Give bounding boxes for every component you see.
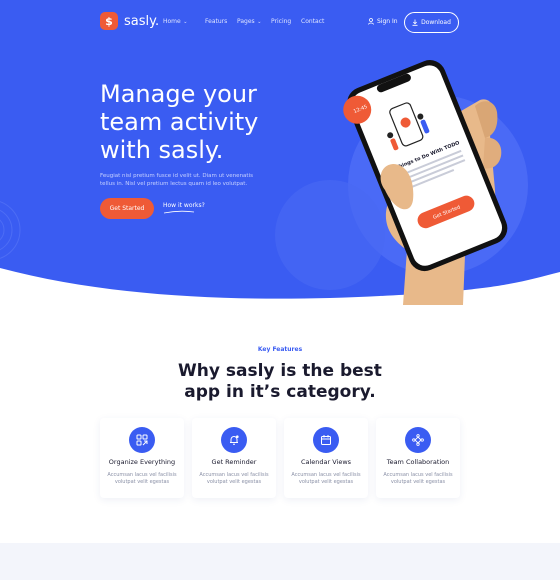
feature-title: Organize Everything [108, 458, 176, 466]
top-navigation: $ sasly. Home ⌄ Featurs Pages ⌄ Pricing … [0, 0, 560, 44]
nav-link-features[interactable]: Featurs [205, 18, 229, 25]
feature-title: Team Collaboration [386, 458, 450, 466]
features-title-line-1: Why sasly is the best [178, 361, 382, 381]
download-icon [412, 19, 418, 26]
features-kicker: Key Features [257, 346, 303, 353]
nav-link-home[interactable]: Home ⌄ [163, 18, 205, 25]
feature-description: Accumsan lacus vel facilisis volutpat ve… [291, 472, 361, 485]
hero-title: Manage your team activity with sasly. [100, 80, 259, 164]
brand-logo[interactable]: $ sasly. [100, 12, 159, 30]
feature-cards: Organize Everything Accumsan lacus vel f… [100, 418, 460, 498]
network-icon [405, 427, 431, 453]
feature-description: Accumsan lacus vel facilisis volutpat ve… [107, 472, 177, 485]
calendar-icon [313, 427, 339, 453]
download-button[interactable]: Download [404, 12, 459, 33]
get-started-label: Get Started [109, 205, 145, 212]
feature-description: Accumsan lacus vel facilisis volutpat ve… [383, 472, 453, 485]
bell-icon [221, 427, 247, 453]
feature-title: Get Reminder [211, 458, 257, 466]
nav-links: Home ⌄ Featurs Pages ⌄ Pricing Contact [163, 18, 331, 25]
sign-in-link[interactable]: Sign In [368, 18, 398, 25]
nav-link-pages[interactable]: Pages ⌄ [237, 18, 271, 25]
chevron-down-icon: ⌄ [181, 19, 188, 25]
nav-link-pricing[interactable]: Pricing [271, 18, 301, 25]
download-label: Download [421, 19, 451, 26]
phone-in-hand-illustration: 12:45 Things to Do With TODO Get Started [343, 60, 508, 305]
logo-icon: $ [100, 12, 118, 30]
feature-description: Accumsan lacus vel facilisis volutpat ve… [199, 472, 269, 485]
nav-link-contact[interactable]: Contact [301, 18, 331, 25]
get-started-button[interactable]: Get Started [100, 198, 154, 219]
feature-card-collaboration[interactable]: Team Collaboration Accumsan lacus vel fa… [376, 418, 460, 498]
feature-card-reminder[interactable]: Get Reminder Accumsan lacus vel facilisi… [192, 418, 276, 498]
user-icon [368, 18, 374, 25]
brand-name: sasly. [124, 13, 160, 29]
features-title: Why sasly is the best app in it’s catego… [0, 361, 560, 403]
how-it-works-link[interactable]: How it works? [163, 202, 205, 209]
how-it-works-underline [163, 210, 195, 214]
finger-shape [483, 137, 502, 169]
sign-in-label: Sign In [377, 18, 398, 25]
feature-card-organize[interactable]: Organize Everything Accumsan lacus vel f… [100, 418, 184, 498]
grid-icon [129, 427, 155, 453]
features-title-line-2: app in it’s category. [184, 382, 376, 402]
feature-title: Calendar Views [300, 458, 352, 466]
hero-description: Feugiat nisl pretium fusce id velit ut. … [100, 173, 253, 187]
feature-card-calendar[interactable]: Calendar Views Accumsan lacus vel facili… [284, 418, 368, 498]
next-section-band [0, 543, 560, 580]
hero-section: $ sasly. Home ⌄ Featurs Pages ⌄ Pricing … [0, 0, 560, 305]
chevron-down-icon: ⌄ [255, 19, 262, 25]
